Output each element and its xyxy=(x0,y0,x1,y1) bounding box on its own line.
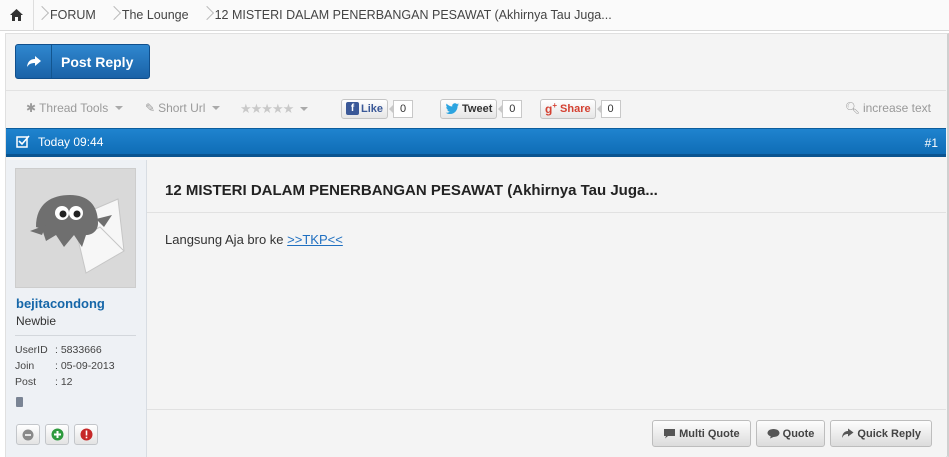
tweet-label: Tweet xyxy=(462,102,493,115)
share-label: Share xyxy=(560,102,591,115)
google-share-button[interactable]: g+ Share xyxy=(540,98,596,119)
post-body: 12 MISTERI DALAM PENERBANGAN PESAWAT (Ak… xyxy=(147,160,946,457)
user-title: Newbie xyxy=(16,314,57,328)
user-info-row: UserID : 5833666 xyxy=(15,342,115,358)
home-button[interactable] xyxy=(0,0,34,31)
thread-tools-label: Thread Tools xyxy=(39,101,109,115)
user-info-value: : 5833666 xyxy=(55,344,102,356)
quote-button[interactable]: Quote xyxy=(755,420,826,447)
user-info: UserID : 5833666 Join : 05-09-2013 Post : 1… xyxy=(15,342,115,390)
quick-reply-label: Quick Reply xyxy=(857,427,921,440)
reply-arrow-icon xyxy=(16,45,52,78)
divider xyxy=(6,90,946,91)
quote-label: Quote xyxy=(782,427,815,440)
chevron-down-icon xyxy=(212,106,221,110)
increase-text-label: increase text xyxy=(862,101,931,115)
breadcrumb: FORUM The Lounge 12 MISTERI DALAM PENERB… xyxy=(0,0,949,31)
google-share-widget: g+ Share 0 xyxy=(540,98,621,119)
short-url-menu[interactable]: ✎ Short Url xyxy=(145,101,221,115)
multi-quote-label: Multi Quote xyxy=(679,427,740,440)
alert-icon xyxy=(80,428,92,441)
multi-quote-button[interactable]: Multi Quote xyxy=(652,420,751,447)
short-url-label: Short Url xyxy=(158,101,206,115)
post-link[interactable]: >>TKP<< xyxy=(287,232,343,247)
thread-toolbar: ✱ Thread Tools ✎ Short Url ★★★★★ f Like … xyxy=(6,94,946,124)
breadcrumb-forum[interactable]: FORUM xyxy=(34,0,106,31)
post-reply-button[interactable]: Post Reply xyxy=(15,44,150,79)
gear-icon: ✱ xyxy=(26,101,37,115)
user-info-key: Post xyxy=(15,376,37,388)
avatar[interactable] xyxy=(15,168,136,288)
post-text: Langsung Aja bro ke xyxy=(165,232,288,247)
post-reply-label: Post Reply xyxy=(61,53,134,70)
breadcrumb-thread-title: 12 MISTERI DALAM PENERBANGAN PESAWAT (Ak… xyxy=(199,0,622,31)
report-button[interactable] xyxy=(74,424,98,445)
quick-reply-button[interactable]: Quick Reply xyxy=(830,420,932,447)
tweet-widget: Tweet 0 xyxy=(440,98,523,119)
post-title: 12 MISTERI DALAM PENERBANGAN PESAWAT (Ak… xyxy=(165,182,658,199)
user-info-key: Join xyxy=(15,360,35,372)
thread-tools-menu[interactable]: ✱ Thread Tools xyxy=(26,101,124,115)
twitter-bird-icon xyxy=(445,102,459,114)
facebook-like-widget: f Like 0 xyxy=(341,98,414,119)
post-actions: Multi Quote Quote Quick Reply xyxy=(652,420,932,447)
share-count: 0 xyxy=(596,99,621,118)
zoom-icon: 🔍︎ xyxy=(844,101,860,115)
user-info-row: Post : 12 xyxy=(15,374,115,390)
speech-bubble-icon xyxy=(664,429,676,439)
user-circle-icon xyxy=(22,429,34,440)
breadcrumb-the-lounge[interactable]: The Lounge xyxy=(106,0,199,31)
user-info-value: : 05-09-2013 xyxy=(55,360,115,372)
post-content: Langsung Aja bro ke >>TKP<< xyxy=(165,232,343,247)
home-icon xyxy=(10,9,23,21)
google-plus-icon: g+ xyxy=(545,101,558,116)
facebook-icon: f xyxy=(346,102,359,115)
user-info-key: UserID xyxy=(15,344,48,356)
tweet-button[interactable]: Tweet xyxy=(440,98,498,119)
divider xyxy=(147,212,946,213)
user-info-row: Join : 05-09-2013 xyxy=(15,358,115,374)
reply-arrow-icon xyxy=(842,428,854,438)
link-icon: ✎ xyxy=(145,101,156,115)
like-count: 0 xyxy=(389,99,414,118)
facebook-like-button[interactable]: f Like xyxy=(341,98,389,119)
chevron-down-icon xyxy=(115,106,124,110)
profile-button[interactable] xyxy=(16,424,40,445)
reputation-button[interactable] xyxy=(45,424,69,445)
thread-container: Post Reply ✱ Thread Tools ✎ Short Url ★★… xyxy=(5,33,949,457)
checkbox-icon[interactable] xyxy=(16,135,30,148)
user-info-value: : 12 xyxy=(55,376,73,388)
speech-bubble-icon xyxy=(767,429,780,439)
increase-text-button[interactable]: 🔍︎ increase text xyxy=(845,101,931,115)
post-number[interactable]: #1 xyxy=(925,136,938,150)
chevron-down-icon xyxy=(300,107,309,111)
tweet-count: 0 xyxy=(498,99,523,118)
plus-icon xyxy=(51,428,63,441)
divider xyxy=(15,335,136,336)
post-time: Today 09:44 xyxy=(38,134,104,149)
user-actions xyxy=(16,424,98,445)
post-header: Today 09:44 #1 xyxy=(6,128,946,157)
rating-stars: ★★★★★ xyxy=(240,101,294,116)
like-label: Like xyxy=(361,102,384,115)
username[interactable]: bejitacondong xyxy=(16,296,105,311)
user-panel: bejitacondong Newbie UserID : 5833666 Joi… xyxy=(6,160,147,457)
rating-menu[interactable]: ★★★★★ xyxy=(240,101,309,117)
offline-status-icon xyxy=(16,397,23,407)
default-avatar-icon xyxy=(16,169,135,287)
divider xyxy=(147,409,946,410)
